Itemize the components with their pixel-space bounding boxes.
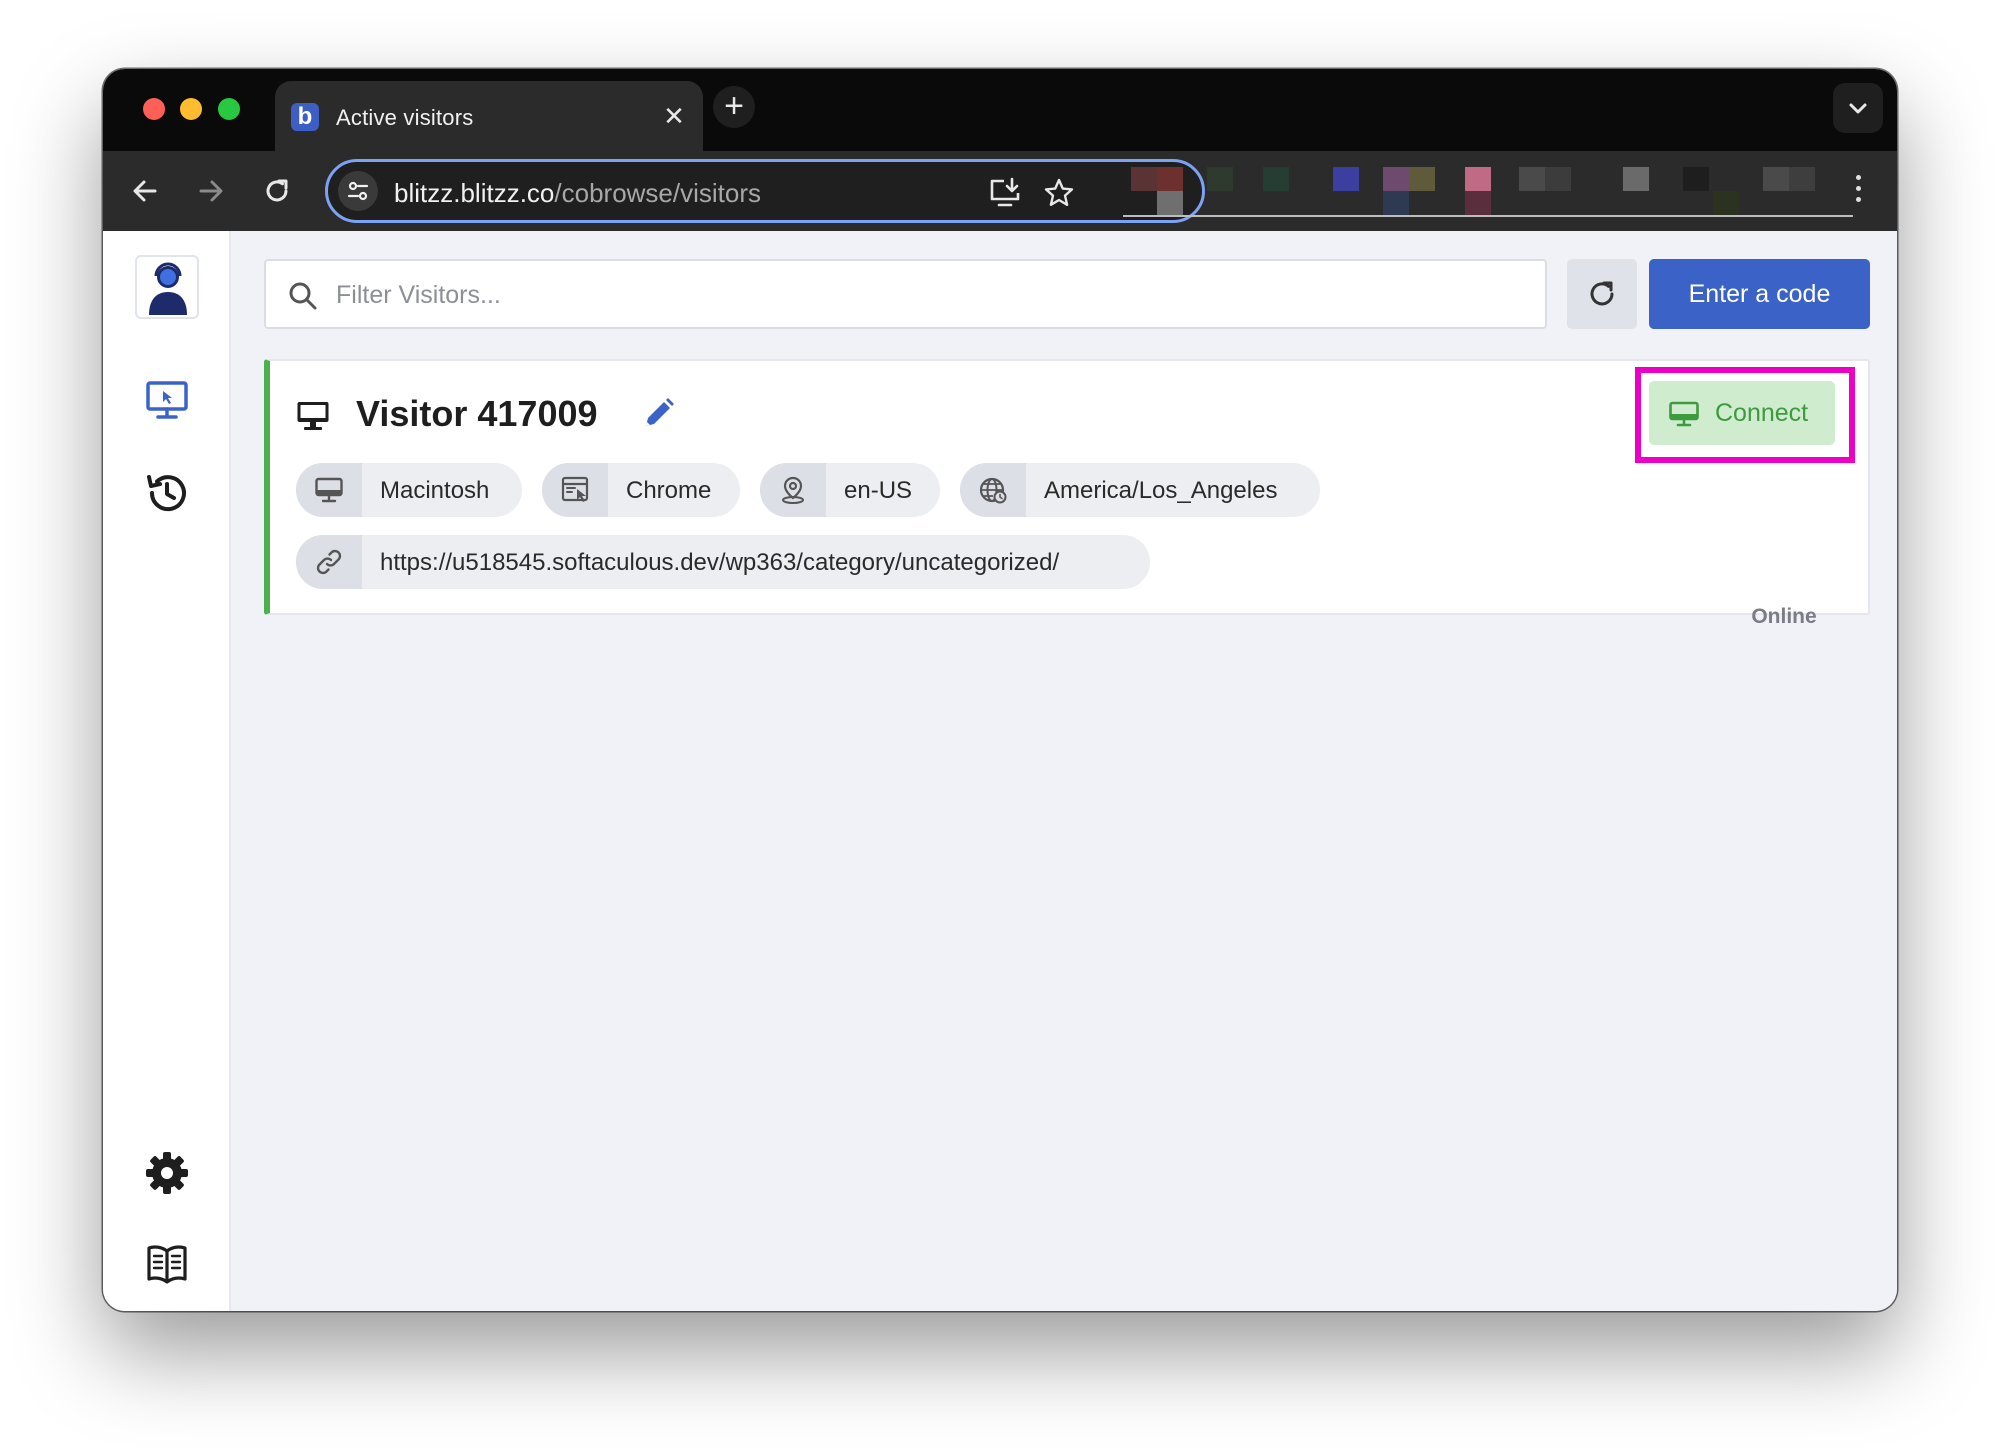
reload-icon (266, 179, 288, 202)
status-badge: Online (1751, 605, 1817, 628)
chip-icon-holder (760, 463, 826, 517)
tab-close-icon[interactable]: ✕ (659, 101, 689, 131)
install-app-button[interactable] (988, 176, 1022, 210)
extension-icon[interactable] (1713, 191, 1739, 215)
chip-icon-holder (542, 463, 608, 517)
app-content: Enter a code Visitor 417009 (103, 231, 1897, 1311)
connect-label: Connect (1715, 399, 1809, 427)
chip-icon-holder (296, 463, 362, 517)
tab-search-button[interactable] (1833, 83, 1883, 133)
sidebar-item-settings[interactable] (143, 1149, 191, 1197)
refresh-button[interactable] (1567, 259, 1637, 329)
chevron-down-icon (1849, 103, 1867, 114)
filter-box (264, 259, 1547, 329)
forward-button[interactable] (189, 169, 233, 213)
os-label: Macintosh (380, 477, 490, 504)
arrow-right-icon (199, 180, 223, 202)
arrow-left-icon (133, 180, 157, 202)
extension-icon[interactable] (1519, 167, 1545, 191)
filter-visitors-input[interactable] (336, 273, 1516, 317)
gear-icon (146, 1152, 188, 1194)
link-icon (316, 549, 342, 575)
url-text[interactable]: blitzz.blitzz.co/cobrowse/visitors (394, 178, 761, 209)
close-window-button[interactable] (143, 98, 165, 120)
extension-icon[interactable] (1157, 191, 1183, 215)
extension-icon[interactable] (1409, 167, 1435, 191)
extension-icon[interactable] (1789, 167, 1815, 191)
extension-icon[interactable] (1383, 191, 1409, 215)
chip-icon-holder (960, 463, 1026, 517)
bookmark-button[interactable] (1042, 176, 1076, 210)
history-icon (147, 475, 186, 512)
extension-icon[interactable] (1157, 167, 1183, 191)
reload-button[interactable] (255, 169, 299, 213)
visitor-url-label: https://u518545.softaculous.dev/wp363/ca… (380, 549, 1060, 576)
tune-icon (347, 181, 369, 201)
sidebar-item-history[interactable] (143, 469, 191, 517)
monitor-icon (315, 477, 343, 503)
install-desktop-icon (990, 177, 1020, 207)
address-bar[interactable]: blitzz.blitzz.co/cobrowse/visitors (325, 159, 1205, 223)
browser-toolbar: blitzz.blitzz.co/cobrowse/visitors (103, 151, 1897, 231)
connect-button[interactable]: Connect (1649, 381, 1835, 445)
extension-icon[interactable] (1545, 167, 1571, 191)
extensions-divider (1123, 215, 1853, 217)
book-open-icon (147, 1245, 187, 1284)
tab-active-visitors[interactable]: b Active visitors ✕ (275, 81, 703, 151)
locale-label: en-US (844, 477, 913, 504)
browser-menu-icon[interactable] (1853, 175, 1863, 207)
url-path: /cobrowse/visitors (554, 178, 762, 208)
sidebar-item-visitors[interactable] (143, 377, 191, 425)
pencil-icon[interactable] (640, 396, 676, 432)
extension-icon[interactable] (1465, 191, 1491, 215)
browser-window-icon (561, 476, 589, 502)
globe-clock-icon (979, 477, 1007, 504)
app-logo[interactable] (135, 255, 199, 319)
agent-avatar-icon (149, 262, 187, 315)
extension-icon[interactable] (1131, 167, 1157, 191)
star-icon (1044, 178, 1074, 206)
new-tab-button[interactable]: + (713, 86, 755, 128)
maximize-window-button[interactable] (218, 98, 240, 120)
url-chip: https://u518545.softaculous.dev/wp363/ca… (296, 535, 1150, 589)
enter-code-button[interactable]: Enter a code (1649, 259, 1870, 329)
visitor-name: Visitor 417009 (356, 393, 598, 434)
refresh-icon (1590, 281, 1614, 306)
favicon-icon: b (291, 103, 319, 131)
browser-window: b Active visitors ✕ + blitzz.blitzz.co/c… (103, 69, 1897, 1311)
desktop-icon (297, 402, 329, 430)
monitor-cursor-icon (146, 381, 188, 419)
extension-icon[interactable] (1383, 167, 1409, 191)
extension-icon[interactable] (1683, 167, 1709, 191)
tab-strip: b Active visitors ✕ + (103, 69, 1897, 151)
back-button[interactable] (123, 169, 167, 213)
url-host: blitzz.blitzz.co (394, 178, 555, 208)
extension-icon[interactable] (1333, 167, 1359, 191)
tab-title: Active visitors (336, 105, 474, 130)
timezone-label: America/Los_Angeles (1044, 477, 1278, 504)
monitor-icon (1669, 401, 1699, 427)
extension-icon[interactable] (1263, 167, 1289, 191)
os-chip: Macintosh (296, 463, 522, 517)
timezone-chip: America/Los_Angeles (960, 463, 1320, 517)
extensions-area (1123, 167, 1873, 219)
visitor-card: Visitor 417009 Macintosh Chrome en-US Am… (264, 359, 1870, 628)
sidebar (103, 231, 231, 1311)
minimize-window-button[interactable] (180, 98, 202, 120)
browser-label: Chrome (626, 477, 712, 504)
main-panel: Enter a code Visitor 417009 (231, 231, 1897, 1311)
extension-icon[interactable] (1763, 167, 1789, 191)
map-pin-icon (782, 476, 804, 504)
browser-chip: Chrome (542, 463, 740, 517)
site-info-button[interactable] (338, 171, 378, 211)
extension-icon[interactable] (1465, 167, 1491, 191)
chip-icon-holder (296, 535, 362, 589)
sidebar-item-docs[interactable] (143, 1239, 191, 1287)
search-icon (289, 282, 317, 310)
extension-icon[interactable] (1207, 167, 1233, 191)
locale-chip: en-US (760, 463, 940, 517)
extension-icon[interactable] (1623, 167, 1649, 191)
